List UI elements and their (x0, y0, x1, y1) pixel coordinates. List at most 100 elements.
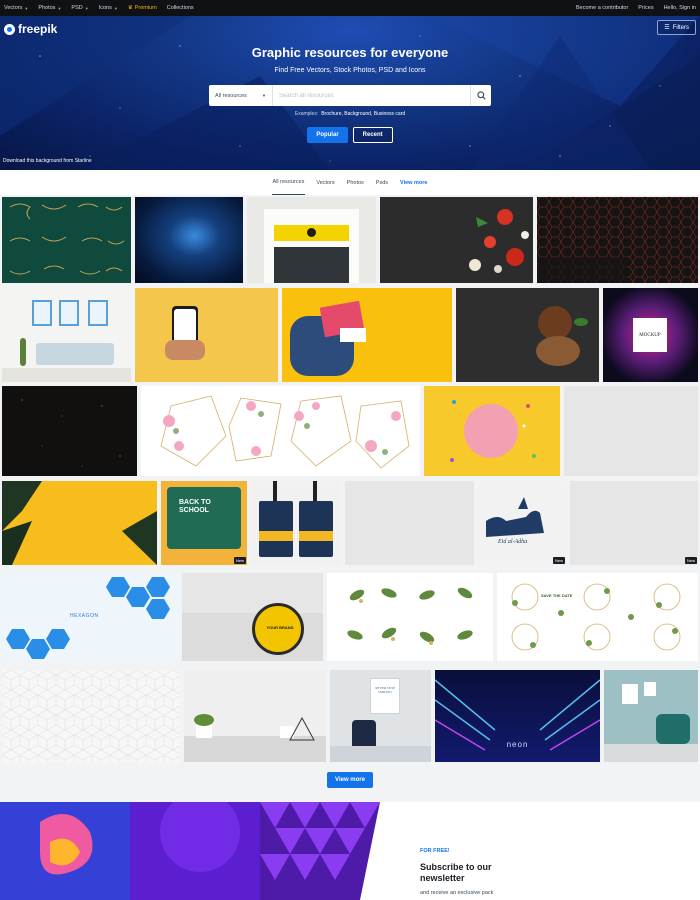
nav-premium[interactable]: ♛ Premium (128, 5, 157, 11)
tile-palm-leaves-yellow[interactable] (2, 481, 157, 565)
search-icon (476, 91, 486, 100)
newsletter-description: and receive an exclusive pack (420, 890, 494, 896)
tile-living-room-frames[interactable] (2, 288, 131, 382)
tile-blank-grey-1[interactable] (564, 386, 698, 476)
filters-button[interactable]: ☰ Filters (657, 20, 696, 35)
neon-text: neon (506, 740, 529, 749)
newsletter-artwork (0, 802, 400, 900)
palm-leaves-art (2, 481, 157, 565)
newsletter-free-label: FOR FREE! (420, 848, 450, 854)
chevron-down-icon: ▼ (113, 5, 118, 11)
leaves-art (347, 587, 473, 645)
tile-cube-pattern[interactable] (2, 670, 180, 762)
search-input[interactable] (273, 92, 470, 99)
floral-frames-art (160, 395, 410, 469)
nav-psd-label: PSD (71, 5, 83, 11)
tile-coffee-beans[interactable] (456, 288, 599, 382)
tab-vectors[interactable]: Vectors (315, 170, 335, 195)
nav-photos[interactable]: Photos ▼ (38, 5, 61, 11)
crown-icon: ♛ (127, 5, 133, 11)
recent-button[interactable]: Recent (352, 127, 393, 143)
examples-links[interactable]: Brochure, Background, Business card (321, 111, 405, 117)
nav-vectors-label: Vectors (4, 5, 23, 11)
goat-art (486, 497, 544, 537)
tile-storefront-mockup[interactable] (247, 197, 376, 283)
nav-psd[interactable]: PSD ▼ (71, 5, 88, 11)
tile-chair-poster[interactable]: NEVER STOP SMILING (330, 670, 431, 762)
tile-hexagon-dark[interactable] (537, 197, 698, 283)
new-badge: New (233, 557, 246, 564)
chevron-down-icon: ▼ (84, 5, 89, 11)
logo-text: freepik (18, 22, 58, 36)
tile-armchair-frames[interactable] (604, 670, 698, 762)
newsletter-section: FOR FREE! Subscribe to our newsletter an… (0, 802, 700, 900)
new-badge: New (684, 557, 697, 564)
tile-id-card-lanyard[interactable] (251, 481, 341, 565)
newsletter-text: FOR FREE! Subscribe to our newsletter an… (420, 848, 530, 896)
search-bar: All resources ▼ (209, 85, 491, 106)
tile-blank-grey-3[interactable]: New (570, 481, 698, 565)
chevron-down-icon: ▼ (57, 5, 62, 11)
filter-sliders-icon: ☰ (664, 25, 670, 31)
prices-link[interactable]: Prices (638, 5, 653, 11)
tile-sign-mockup[interactable]: YOUR BRAND (182, 573, 323, 661)
search-button[interactable] (470, 85, 491, 106)
page: Vectors ▼ Photos ▼ PSD ▼ Icons ▼ ♛ Premium Co… (0, 0, 700, 900)
tile-leaves-watercolor[interactable] (327, 573, 493, 661)
tab-all-resources[interactable]: All resources (271, 170, 306, 195)
hero-banner: freepik ☰ Filters Graphic resources for … (0, 16, 700, 170)
stars-art (21, 399, 121, 467)
hero-subtitle: Find Free Vectors, Stock Photos, PSD and… (274, 67, 426, 74)
tile-blank-grey-2[interactable] (345, 481, 474, 565)
popular-button[interactable]: Popular (307, 127, 348, 143)
tile-neon-tunnel[interactable]: neon (435, 670, 600, 762)
tile-backpack-supplies[interactable] (282, 288, 452, 382)
tile-starry-night[interactable] (2, 386, 137, 476)
search-examples: Examples: Brochure, Background, Business … (0, 111, 700, 117)
freepik-logo-icon (4, 23, 15, 35)
tile-eid-goat[interactable]: Eid al-Adha New (478, 481, 566, 565)
tile-ornament-corners[interactable] (2, 197, 131, 283)
mockup-label: MOCKUP (633, 318, 667, 352)
chevron-down-icon: ▼ (24, 5, 29, 11)
tile-blue-nebula[interactable] (135, 197, 243, 283)
filters-label: Filters (672, 24, 689, 31)
tab-view-more[interactable]: View more (399, 170, 428, 195)
background-credit-link[interactable]: Download this background from Starline (3, 158, 92, 164)
resource-type-select[interactable]: All resources ▼ (209, 85, 273, 106)
geometric-stand-art (289, 716, 315, 741)
view-more-button[interactable]: View more (327, 772, 373, 788)
tile-hand-phone-yellow[interactable] (135, 288, 278, 382)
tile-floral-geometric-frames[interactable] (141, 386, 420, 476)
tomatoes-art (469, 209, 529, 273)
new-badge: New (552, 557, 565, 564)
become-contributor-link[interactable]: Become a contributor (576, 5, 628, 11)
signin-link[interactable]: Hello, Sign in (664, 5, 696, 11)
tile-tomatoes-flatlay[interactable] (380, 197, 533, 283)
freepik-logo[interactable]: freepik (4, 22, 57, 36)
resource-gallery: MOCKUP BACK TO SCHOOL New Eid al-Adha Ne… (0, 195, 700, 768)
sort-buttons: Popular Recent (0, 127, 700, 143)
chevron-down-icon: ▼ (262, 93, 266, 98)
hero-title: Graphic resources for everyone (251, 45, 449, 60)
tile-white-room-plants[interactable] (184, 670, 326, 762)
resource-type-value: All resources (215, 92, 247, 99)
tab-photos[interactable]: Photos (346, 170, 365, 195)
poster-text: NEVER STOP SMILING (374, 686, 396, 694)
hexagon-text: HEXAGON (70, 613, 99, 619)
tile-hexagon-blue[interactable]: HEXAGON (2, 573, 178, 661)
tile-mockup-splash[interactable]: MOCKUP (603, 288, 698, 382)
save-the-date-text: SAVE THE DATE (541, 593, 573, 598)
ornament-art (9, 203, 125, 275)
nav-icons[interactable]: Icons ▼ (99, 5, 118, 11)
tab-psds[interactable]: Psds (375, 170, 389, 195)
tile-pink-circle-confetti[interactable] (424, 386, 560, 476)
newsletter-title: Subscribe to our newsletter (420, 862, 492, 883)
tile-back-to-school[interactable]: BACK TO SCHOOL New (161, 481, 247, 565)
wreaths-art (511, 583, 681, 651)
nav-vectors[interactable]: Vectors ▼ (4, 5, 28, 11)
nav-collections[interactable]: Collections (167, 5, 194, 11)
tile-wedding-wreaths[interactable]: SAVE THE DATE (497, 573, 698, 661)
nav-premium-label: Premium (134, 5, 157, 11)
hexagon-dark-art (537, 197, 698, 283)
